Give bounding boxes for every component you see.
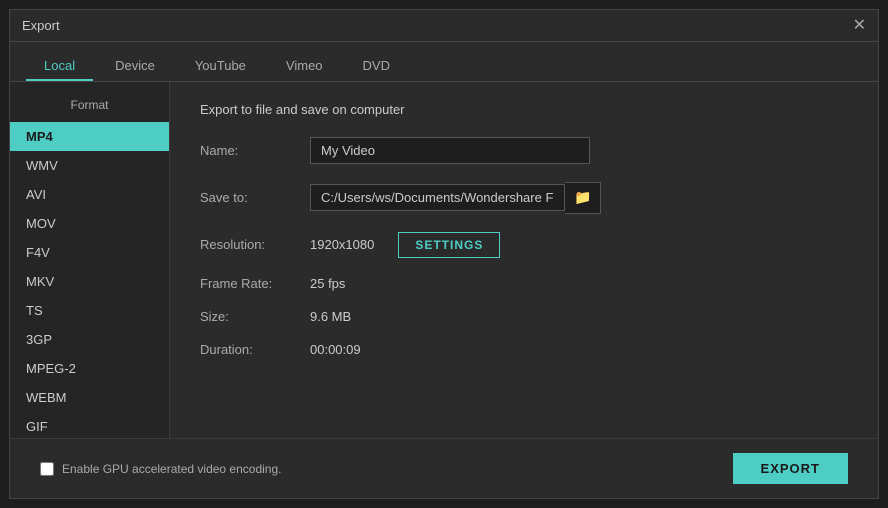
format-item-gif[interactable]: GIF (10, 412, 169, 438)
bottom-bar: Enable GPU accelerated video encoding. E… (10, 438, 878, 498)
duration-row: Duration: 00:00:09 (200, 342, 848, 357)
format-header: Format (10, 94, 169, 122)
format-item-mp4[interactable]: MP4 (10, 122, 169, 151)
format-item-ts[interactable]: TS (10, 296, 169, 325)
duration-label: Duration: (200, 342, 310, 357)
format-item-webm[interactable]: WEBM (10, 383, 169, 412)
frame-rate-label: Frame Rate: (200, 276, 310, 291)
export-button[interactable]: EXPORT (733, 453, 848, 484)
settings-button[interactable]: SETTINGS (398, 232, 500, 258)
frame-rate-value: 25 fps (310, 276, 345, 291)
content-area: Format MP4 WMV AVI MOV F4V MKV TS 3GP MP… (10, 82, 878, 438)
format-item-mov[interactable]: MOV (10, 209, 169, 238)
save-to-label: Save to: (200, 190, 310, 205)
size-label: Size: (200, 309, 310, 324)
tab-local[interactable]: Local (26, 52, 93, 81)
tab-bar: Local Device YouTube Vimeo DVD (10, 42, 878, 82)
path-input[interactable] (310, 184, 565, 211)
save-to-row: Save to: 📁 (200, 182, 848, 214)
size-row: Size: 9.6 MB (200, 309, 848, 324)
gpu-checkbox[interactable] (40, 462, 54, 476)
format-item-3gp[interactable]: 3GP (10, 325, 169, 354)
path-input-wrapper: 📁 (310, 182, 601, 214)
size-value: 9.6 MB (310, 309, 351, 324)
name-input[interactable] (310, 137, 590, 164)
format-item-f4v[interactable]: F4V (10, 238, 169, 267)
gpu-checkbox-label[interactable]: Enable GPU accelerated video encoding. (40, 462, 281, 476)
format-item-wmv[interactable]: WMV (10, 151, 169, 180)
browse-folder-button[interactable]: 📁 (565, 182, 601, 214)
format-item-mkv[interactable]: MKV (10, 267, 169, 296)
tab-dvd[interactable]: DVD (345, 52, 408, 81)
gpu-label-text: Enable GPU accelerated video encoding. (62, 462, 281, 476)
tab-youtube[interactable]: YouTube (177, 52, 264, 81)
name-row: Name: (200, 137, 848, 164)
folder-icon: 📁 (574, 189, 591, 205)
section-title: Export to file and save on computer (200, 102, 848, 117)
format-item-avi[interactable]: AVI (10, 180, 169, 209)
format-sidebar: Format MP4 WMV AVI MOV F4V MKV TS 3GP MP… (10, 82, 170, 438)
format-item-mpeg2[interactable]: MPEG-2 (10, 354, 169, 383)
name-label: Name: (200, 143, 310, 158)
export-window: Export ✕ Local Device YouTube Vimeo DVD … (9, 9, 879, 499)
close-button[interactable]: ✕ (853, 18, 866, 34)
resolution-value-row: 1920x1080 SETTINGS (310, 232, 500, 258)
window-title: Export (22, 18, 60, 33)
duration-value: 00:00:09 (310, 342, 361, 357)
resolution-row: Resolution: 1920x1080 SETTINGS (200, 232, 848, 258)
tab-vimeo[interactable]: Vimeo (268, 52, 341, 81)
resolution-label: Resolution: (200, 237, 310, 252)
frame-rate-row: Frame Rate: 25 fps (200, 276, 848, 291)
resolution-value: 1920x1080 (310, 237, 374, 252)
tab-device[interactable]: Device (97, 52, 173, 81)
main-panel: Export to file and save on computer Name… (170, 82, 878, 438)
title-bar: Export ✕ (10, 10, 878, 42)
